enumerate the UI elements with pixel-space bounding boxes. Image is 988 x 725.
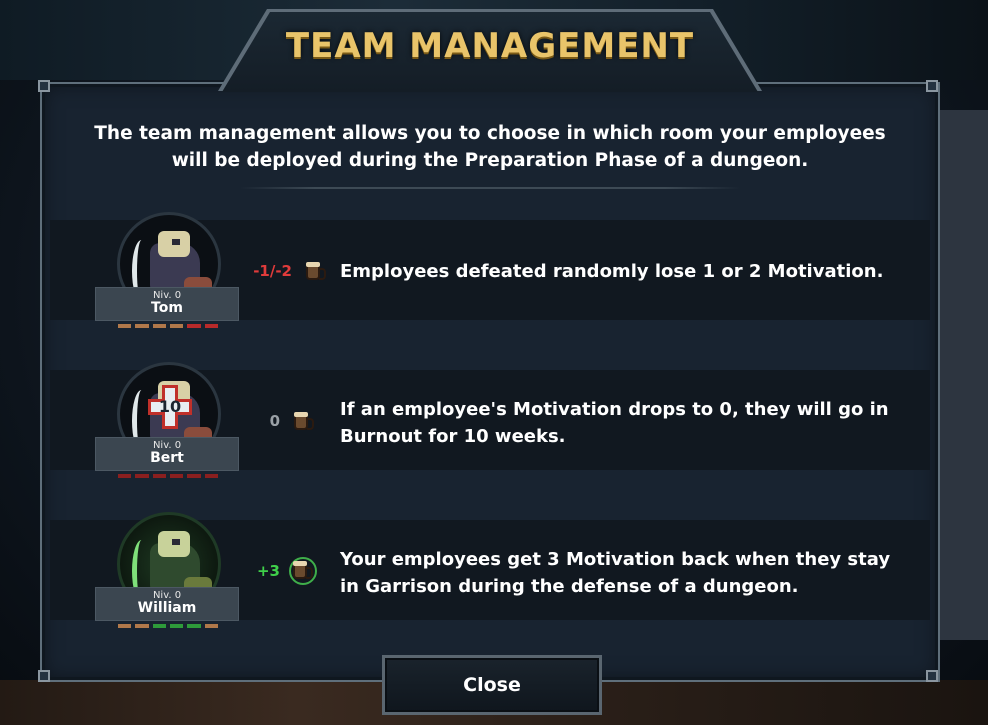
beer-mug-icon [292, 410, 314, 432]
motivation-pip [187, 624, 201, 628]
dialog-title: TEAM MANAGEMENT [285, 26, 695, 66]
panel-corner [926, 80, 938, 92]
motivation-pip [152, 624, 166, 628]
employee-name: William [137, 600, 197, 616]
motivation-pip [204, 324, 218, 328]
divider [240, 187, 740, 189]
motivation-delta: +3 [256, 562, 280, 580]
creature-eye [172, 539, 180, 545]
employee-name: Tom [151, 300, 183, 316]
panel-corner [38, 80, 50, 92]
employee-card: 10 Niv. 0 Bert [65, 362, 239, 478]
motivation-pip [204, 624, 218, 628]
motivation-pips [118, 324, 218, 328]
motivation-pip [135, 474, 149, 478]
motivation-pip [135, 624, 149, 628]
motivation-pips [118, 624, 218, 628]
burnout-weeks-badge: 10 [158, 397, 182, 416]
row-description: If an employee's Motivation drops to 0, … [340, 399, 889, 447]
panel-corner [38, 670, 50, 682]
motivation-pip [152, 324, 166, 328]
motivation-delta: -1/-2 [253, 262, 292, 280]
panel-corner [926, 670, 938, 682]
motivation-pip [187, 474, 201, 478]
employee-nameplate: Niv. 0 William [95, 587, 239, 628]
motivation-pip [169, 474, 184, 478]
medical-cross-icon: 10 [148, 385, 192, 429]
motivation-pip [118, 474, 132, 478]
close-button[interactable]: Close [382, 655, 602, 715]
row-description: Employees defeated randomly lose 1 or 2 … [340, 261, 884, 282]
motivation-pip [118, 324, 132, 328]
row-description: Your employees get 3 Motivation back whe… [340, 549, 891, 597]
motivation-pips [118, 474, 218, 478]
motivation-pip [135, 324, 149, 328]
creature-eye [172, 239, 180, 245]
motivation-pip [187, 324, 201, 328]
employee-card: Niv. 0 William [65, 512, 239, 628]
motivation-pip [204, 474, 218, 478]
intro-text: The team management allows you to choose… [94, 123, 886, 171]
motivation-pip [152, 474, 166, 478]
background-right [938, 110, 988, 640]
motivation-pip [118, 624, 132, 628]
beer-mug-icon [304, 260, 326, 282]
employee-card: Niv. 0 Tom [65, 212, 239, 328]
motivation-pip [169, 624, 184, 628]
motivation-delta: 0 [269, 412, 280, 430]
employee-nameplate: Niv. 0 Bert [95, 437, 239, 478]
beer-mug-icon [289, 557, 317, 585]
employee-name: Bert [150, 450, 184, 466]
employee-nameplate: Niv. 0 Tom [95, 287, 239, 328]
motivation-pip [169, 324, 184, 328]
